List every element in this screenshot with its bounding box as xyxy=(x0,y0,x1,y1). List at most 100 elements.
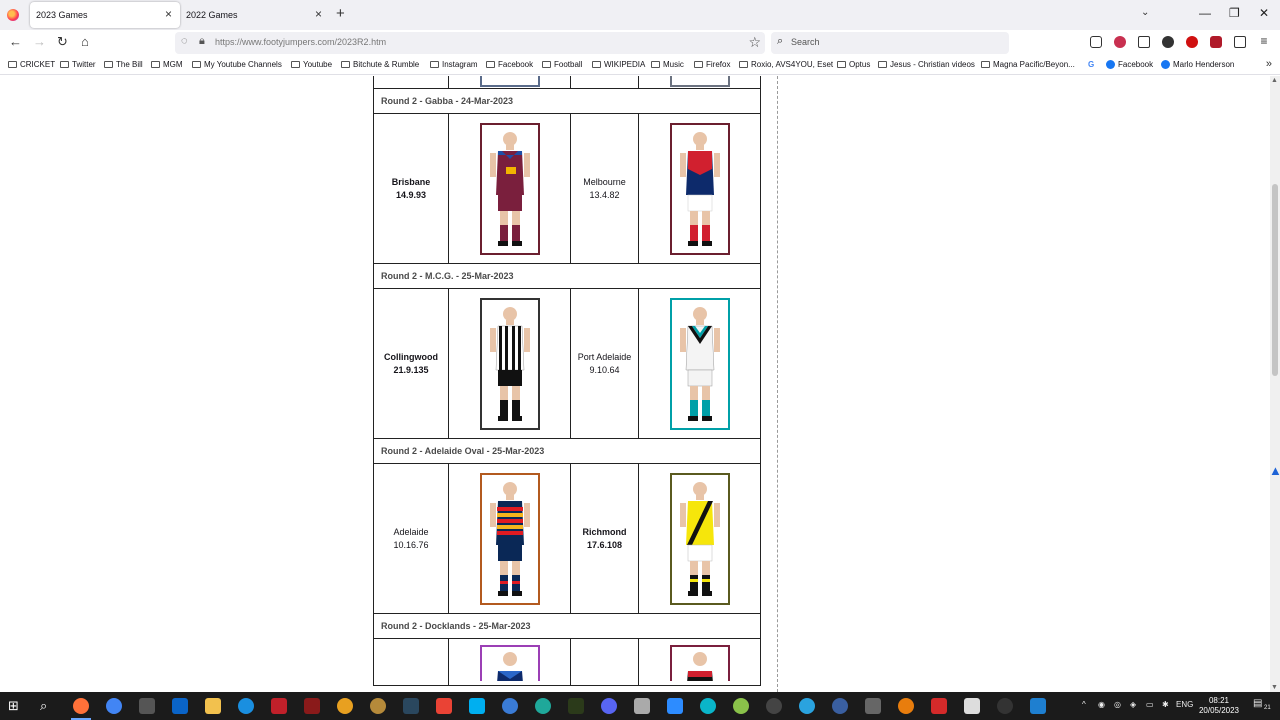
list-all-tabs-icon[interactable]: ⌄ xyxy=(1141,7,1149,18)
bookmark-instagram[interactable]: Instagram xyxy=(430,60,478,69)
bookmark-facebook[interactable]: Facebook xyxy=(1106,60,1153,69)
audition-icon[interactable] xyxy=(568,698,584,714)
bookmark-magna-pacific[interactable]: Magna Pacific/Beyon... xyxy=(981,60,1075,69)
bookmark-cricket[interactable]: CRICKET xyxy=(8,60,55,69)
tab-2022-games[interactable]: 2022 Games × xyxy=(180,2,330,28)
bookmark-twitter[interactable]: Twitter xyxy=(60,60,96,69)
close-tab-icon[interactable]: × xyxy=(165,7,172,21)
url-text[interactable]: https://www.footyjumpers.com/2023R2.htm xyxy=(215,37,386,47)
scrollbar-thumb[interactable] xyxy=(1272,184,1278,376)
app-icon[interactable] xyxy=(634,698,650,714)
discord-icon[interactable] xyxy=(601,698,617,714)
zoom-icon[interactable] xyxy=(667,698,683,714)
search-input[interactable]: ⌕ Search xyxy=(771,32,1009,54)
pocket-icon[interactable] xyxy=(1090,36,1102,48)
bookmark-my-youtube-channels[interactable]: My Youtube Channels xyxy=(192,60,282,69)
bookmark-football[interactable]: Football xyxy=(542,60,582,69)
bookmark-facebook-folder[interactable]: Facebook xyxy=(486,60,533,69)
edge-icon[interactable] xyxy=(535,698,551,714)
app-icon[interactable] xyxy=(766,698,782,714)
extension-shield-icon[interactable] xyxy=(1210,36,1222,48)
windows-start-icon[interactable]: ⊞ xyxy=(8,698,24,714)
language-indicator[interactable]: ENG xyxy=(1176,700,1193,709)
close-window-button[interactable]: ✕ xyxy=(1259,6,1269,20)
page-scrollbar[interactable]: ▲ ▼ xyxy=(1270,76,1280,692)
app-icon[interactable] xyxy=(733,698,749,714)
tray-app-icon[interactable]: ◉ xyxy=(1098,700,1105,709)
home-icon[interactable]: ⌂ xyxy=(81,34,89,49)
team-score: 13.4.82 xyxy=(589,189,620,200)
jumper-image xyxy=(479,645,540,681)
app-icon[interactable] xyxy=(832,698,848,714)
app-icon[interactable] xyxy=(931,698,947,714)
team-name: Richmond xyxy=(582,526,627,537)
game-heading: Round 2 - M.C.G. - 25-Mar-2023 xyxy=(373,263,761,289)
app-icon[interactable] xyxy=(502,698,518,714)
melbourne-jumper-image xyxy=(669,122,730,255)
app-icon[interactable] xyxy=(370,698,386,714)
bookmark-firefox[interactable]: Firefox xyxy=(694,60,730,69)
maximize-button[interactable]: ❐ xyxy=(1229,6,1240,20)
telegram-icon[interactable] xyxy=(799,698,815,714)
bookmark-jesus-videos[interactable]: Jesus - Christian videos xyxy=(878,60,975,69)
new-tab-button[interactable]: + xyxy=(336,5,345,22)
tray-app-icon[interactable]: ✱ xyxy=(1162,700,1169,709)
tray-app-icon[interactable]: ◎ xyxy=(1114,700,1121,709)
gmail-icon[interactable] xyxy=(436,698,452,714)
app-icon[interactable] xyxy=(865,698,881,714)
url-bar[interactable]: ◌ 🔒︎ https://www.footyjumpers.com/2023R2… xyxy=(175,32,765,54)
blender-icon[interactable] xyxy=(898,698,914,714)
app-icon[interactable] xyxy=(337,698,353,714)
more-bookmarks-icon[interactable]: » xyxy=(1266,58,1272,70)
tracking-protection-icon[interactable]: ◌ xyxy=(181,35,188,47)
back-icon[interactable]: ← xyxy=(9,34,22,49)
minimize-button[interactable]: — xyxy=(1199,6,1211,20)
app-icon[interactable] xyxy=(997,698,1013,714)
show-hidden-icons[interactable]: ^ xyxy=(1082,700,1086,709)
network-icon[interactable]: ▭ xyxy=(1146,700,1154,709)
home-team-cell: Adelaide 10.16.76 xyxy=(373,463,449,614)
steam-icon[interactable] xyxy=(403,698,419,714)
notifications-icon[interactable]: ▤ xyxy=(1253,698,1262,709)
outlook-icon[interactable] xyxy=(172,698,188,714)
close-tab-icon[interactable]: × xyxy=(315,7,322,21)
menu-hamburger-icon[interactable]: ≡ xyxy=(1258,35,1270,48)
extension-red-icon[interactable] xyxy=(1186,36,1198,48)
app-icon[interactable] xyxy=(964,698,980,714)
file-explorer-icon[interactable] xyxy=(205,698,221,714)
sidebar-icon[interactable] xyxy=(1138,36,1150,48)
app-icon[interactable] xyxy=(271,698,287,714)
clock[interactable]: 08:21 20/05/2023 xyxy=(1192,696,1246,716)
app-icon[interactable] xyxy=(304,698,320,714)
app-icon[interactable] xyxy=(1030,698,1046,714)
bookmark-star-icon[interactable]: ☆ xyxy=(748,34,761,51)
tab-2023-games[interactable]: 2023 Games × xyxy=(30,2,180,28)
folder-icon xyxy=(430,61,439,68)
bookmark-youtube[interactable]: Youtube xyxy=(291,60,332,69)
scroll-down-icon[interactable]: ▼ xyxy=(1271,684,1278,691)
extension-j-icon[interactable] xyxy=(1162,36,1174,48)
reload-icon[interactable]: ↻ xyxy=(57,34,68,50)
teamviewer-icon[interactable] xyxy=(238,698,254,714)
skype-icon[interactable] xyxy=(469,698,485,714)
bookmark-the-bill[interactable]: The Bill xyxy=(104,60,143,69)
bookmark-optus[interactable]: Optus xyxy=(837,60,870,69)
app-icon[interactable] xyxy=(700,698,716,714)
extensions-puzzle-icon[interactable] xyxy=(1234,36,1246,48)
ublock-icon[interactable] xyxy=(1114,36,1126,48)
scroll-up-icon[interactable]: ▲ xyxy=(1271,77,1278,84)
tray-app-icon[interactable]: ◈ xyxy=(1130,700,1136,709)
chrome-icon[interactable] xyxy=(106,698,122,714)
bookmark-mgm[interactable]: MGM xyxy=(151,60,183,69)
bookmark-google[interactable]: G xyxy=(1088,60,1096,69)
app-icon[interactable] xyxy=(139,698,155,714)
search-icon[interactable]: ⌕ xyxy=(40,698,56,714)
lock-icon[interactable]: 🔒︎ xyxy=(199,35,205,48)
bookmark-music[interactable]: Music xyxy=(651,60,684,69)
bookmark-bitchute-rumble[interactable]: Bitchute & Rumble xyxy=(341,60,419,69)
firefox-taskbar-icon[interactable] xyxy=(71,698,91,720)
forward-icon[interactable]: → xyxy=(33,34,46,49)
bookmark-wikipedia[interactable]: WIKIPEDIA xyxy=(592,60,645,69)
bookmark-marlo-henderson[interactable]: Marlo Henderson xyxy=(1161,60,1234,69)
bookmark-roxio[interactable]: Roxio, AVS4YOU, Eset xyxy=(739,60,833,69)
